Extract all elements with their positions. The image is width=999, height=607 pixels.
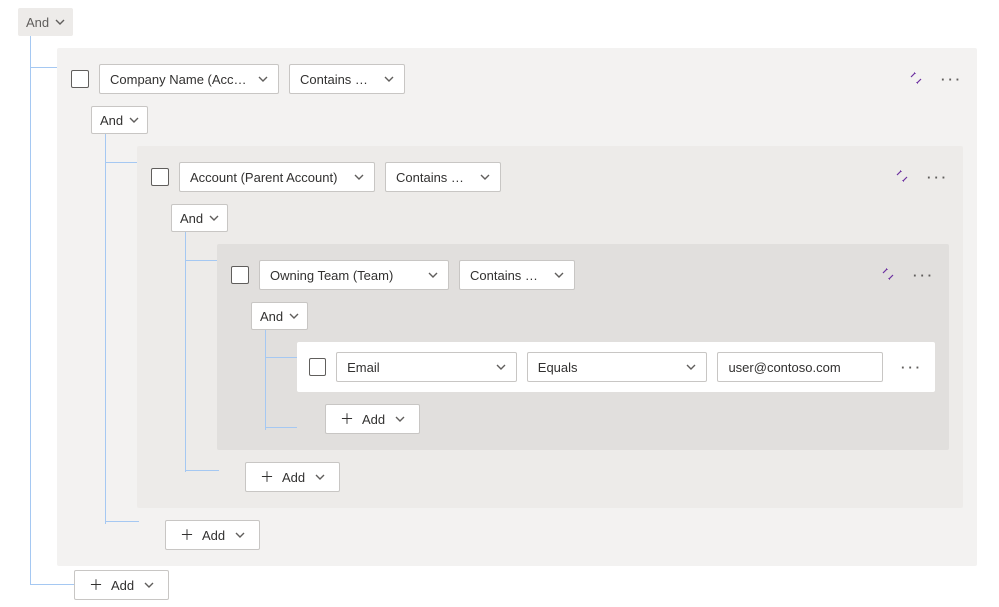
- chevron-down-icon: [686, 360, 696, 375]
- group-operator-dropdown[interactable]: And: [91, 106, 148, 134]
- add-label: Add: [111, 578, 134, 593]
- chevron-down-icon: [480, 170, 490, 185]
- tree-line: [185, 470, 219, 471]
- field-dropdown[interactable]: Owning Team (Team): [259, 260, 449, 290]
- tree-line: [265, 330, 266, 430]
- tree-line: [30, 67, 31, 584]
- chevron-down-icon: [144, 578, 154, 593]
- group-checkbox[interactable]: [71, 70, 89, 88]
- collapse-icon[interactable]: [909, 71, 923, 87]
- field-dropdown[interactable]: Account (Parent Account): [179, 162, 375, 192]
- collapse-icon[interactable]: [881, 267, 895, 283]
- chevron-down-icon: [428, 268, 438, 283]
- tree-line: [185, 232, 186, 472]
- filter-group-3: Owning Team (Team) Contains data: [217, 244, 949, 450]
- plus-icon: ＋: [89, 575, 103, 595]
- condition-dropdown[interactable]: Contains data: [459, 260, 575, 290]
- condition-label: Contains data: [396, 170, 470, 185]
- field-label: Account (Parent Account): [190, 170, 344, 185]
- group-operator-label: And: [100, 113, 123, 128]
- row-field-dropdown[interactable]: Email: [336, 352, 517, 382]
- root-operator-dropdown[interactable]: And: [18, 8, 73, 36]
- group-controls: ···: [909, 71, 963, 87]
- more-icon[interactable]: ···: [941, 72, 963, 87]
- condition-row: Email Equals: [297, 342, 935, 392]
- add-button[interactable]: ＋ Add: [245, 462, 340, 492]
- chevron-down-icon: [384, 72, 394, 87]
- filter-group-1: Company Name (Accou… Contains data: [57, 48, 977, 566]
- group-header: Company Name (Accou… Contains data: [57, 48, 977, 106]
- group-operator-label: And: [260, 309, 283, 324]
- field-dropdown[interactable]: Company Name (Accou…: [99, 64, 279, 94]
- add-button[interactable]: ＋ Add: [325, 404, 420, 434]
- group-header: Owning Team (Team) Contains data: [217, 244, 949, 302]
- tree-line: [265, 427, 297, 428]
- more-icon[interactable]: ···: [927, 170, 949, 185]
- tree-line: [30, 67, 57, 68]
- row-operator-label: Equals: [538, 360, 677, 375]
- tree-line: [185, 260, 219, 261]
- chevron-down-icon: [129, 113, 139, 128]
- tree-line: [105, 162, 139, 163]
- row-operator-dropdown[interactable]: Equals: [527, 352, 708, 382]
- chevron-down-icon: [289, 309, 299, 324]
- chevron-down-icon: [235, 528, 245, 543]
- condition-dropdown[interactable]: Contains data: [289, 64, 405, 94]
- group-header: Account (Parent Account) Contains data: [137, 146, 963, 204]
- field-label: Company Name (Accou…: [110, 72, 248, 87]
- group-checkbox[interactable]: [151, 168, 169, 186]
- group-body: And Account (Parent Account): [57, 106, 977, 566]
- chevron-down-icon: [496, 360, 506, 375]
- add-button[interactable]: ＋ Add: [74, 570, 169, 600]
- group-body: And Owning Team (Team): [137, 204, 963, 508]
- filter-builder: And Company Name (Accou… Contains data: [0, 0, 999, 607]
- group-controls: ···: [881, 267, 935, 283]
- plus-icon: ＋: [260, 467, 274, 487]
- tree-line: [265, 357, 297, 358]
- tree-line: [105, 521, 139, 522]
- more-icon[interactable]: ···: [913, 268, 935, 283]
- chevron-down-icon: [395, 412, 405, 427]
- group-operator-dropdown[interactable]: And: [171, 204, 228, 232]
- collapse-icon[interactable]: [895, 169, 909, 185]
- chevron-down-icon: [354, 170, 364, 185]
- row-field-label: Email: [347, 360, 486, 375]
- chevron-down-icon: [258, 72, 268, 87]
- tree-line: [30, 36, 31, 67]
- root-operator-label: And: [26, 15, 49, 30]
- add-button[interactable]: ＋ Add: [165, 520, 260, 550]
- chevron-down-icon: [315, 470, 325, 485]
- chevron-down-icon: [209, 211, 219, 226]
- add-label: Add: [282, 470, 305, 485]
- add-label: Add: [362, 412, 385, 427]
- filter-group-2: Account (Parent Account) Contains data: [137, 146, 963, 508]
- row-checkbox[interactable]: [309, 358, 326, 376]
- condition-label: Contains data: [470, 268, 544, 283]
- field-label: Owning Team (Team): [270, 268, 418, 283]
- tree-line: [30, 584, 74, 585]
- row-value: user@contoso.com: [728, 360, 840, 375]
- group-operator-dropdown[interactable]: And: [251, 302, 308, 330]
- group-controls: ···: [895, 169, 949, 185]
- chevron-down-icon: [554, 268, 564, 283]
- tree-line: [105, 134, 106, 524]
- plus-icon: ＋: [340, 409, 354, 429]
- more-icon[interactable]: ···: [901, 360, 923, 375]
- chevron-down-icon: [55, 15, 65, 30]
- add-label: Add: [202, 528, 225, 543]
- condition-label: Contains data: [300, 72, 374, 87]
- group-operator-label: And: [180, 211, 203, 226]
- group-body: And: [217, 302, 949, 450]
- group-checkbox[interactable]: [231, 266, 249, 284]
- condition-dropdown[interactable]: Contains data: [385, 162, 501, 192]
- plus-icon: ＋: [180, 525, 194, 545]
- row-value-input[interactable]: user@contoso.com: [717, 352, 883, 382]
